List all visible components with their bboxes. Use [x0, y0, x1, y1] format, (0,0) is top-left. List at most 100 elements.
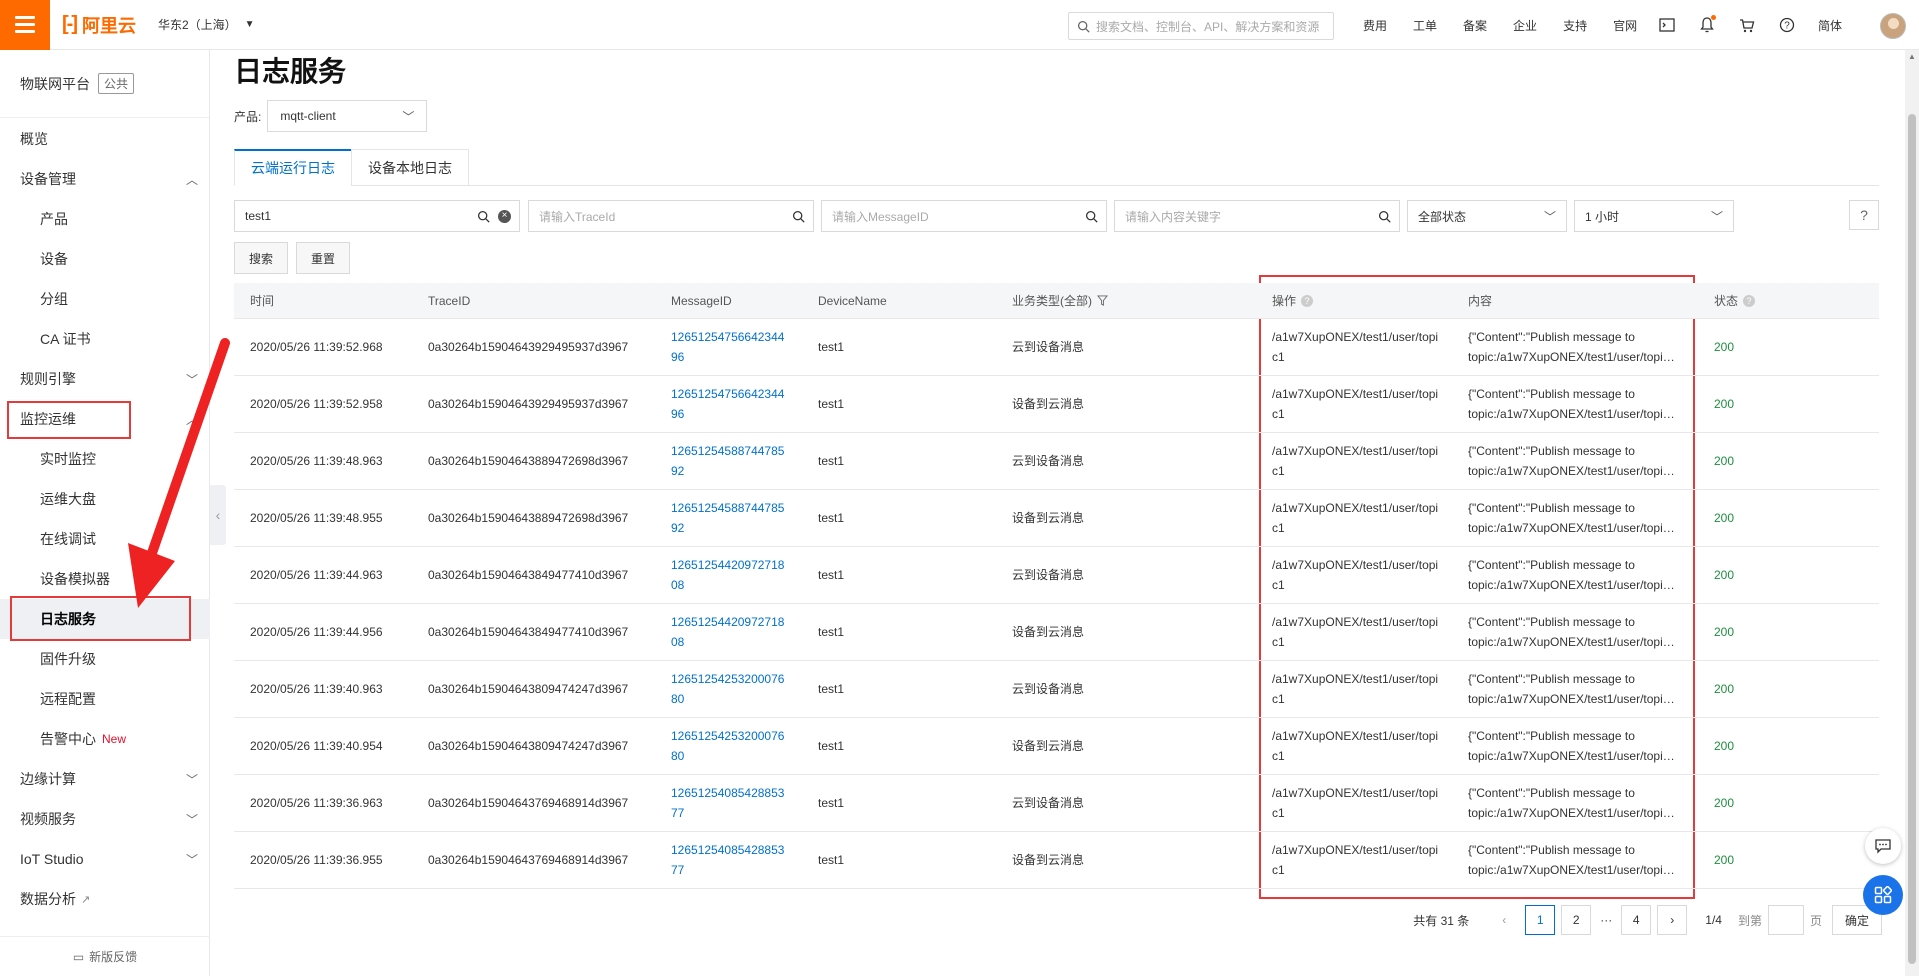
region-selector[interactable]: 华东2（上海） ▼: [158, 16, 255, 33]
sidebar-item-label: 边缘计算: [20, 771, 76, 787]
messageid-link[interactable]: 1265125458874478592: [671, 498, 791, 538]
question-icon[interactable]: ?: [1301, 294, 1314, 307]
time-range-select[interactable]: 1 小时 ﹀: [1574, 200, 1734, 232]
messageid-link[interactable]: 1265125425320007680: [671, 726, 791, 766]
sidebar-item-edge-computing[interactable]: 边缘计算 ﹀: [0, 759, 210, 799]
col-traceid: TraceID: [412, 291, 655, 311]
sidebar-item-overview[interactable]: 概览: [0, 119, 210, 159]
chat-float-button[interactable]: [1865, 828, 1901, 864]
cell-time: 2020/05/26 11:39:52.958: [250, 397, 383, 411]
content-line-2: topic:/a1w7XupONEX/test1/user/topic1"}: [1468, 749, 1680, 763]
messageid-link[interactable]: 1265125408542885377: [671, 840, 791, 880]
traceid-input[interactable]: 请输入TraceId: [528, 200, 814, 232]
aliyun-logo[interactable]: [-] 阿里云: [62, 12, 136, 38]
messageid-link[interactable]: 1265125408542885377: [671, 783, 791, 823]
terminal-icon[interactable]: [1658, 16, 1676, 34]
table-row: 2020/05/26 11:39:36.955 0a30264b159046437…: [234, 832, 1879, 889]
sidebar-item-label: 分组: [40, 291, 68, 307]
sidebar-item-remote-config[interactable]: 远程配置: [0, 679, 210, 719]
cell-traceid: 0a30264b15904643769468914d3967: [428, 796, 629, 810]
cell-time: 2020/05/26 11:39:40.963: [250, 682, 383, 696]
search-icon[interactable]: [1085, 210, 1098, 223]
top-link-official-site[interactable]: 官网: [1600, 17, 1650, 34]
cell-business-type: 云到设备消息: [1012, 454, 1085, 468]
sidebar-title: 物联网平台: [20, 75, 90, 92]
sidebar-item-iot-studio[interactable]: IoT Studio ﹀: [0, 839, 210, 879]
page-button[interactable]: 1: [1525, 905, 1556, 935]
keyword-input[interactable]: 请输入内容关键字: [1114, 200, 1400, 232]
help-button[interactable]: ?: [1849, 200, 1879, 230]
cell-messageid: 1265125458874478592: [655, 498, 802, 538]
top-link-icp[interactable]: 备案: [1450, 17, 1500, 34]
search-icon[interactable]: [792, 210, 805, 223]
clear-icon[interactable]: ×: [498, 209, 511, 223]
feedback-button[interactable]: ▭ 新版反馈: [0, 936, 210, 976]
user-avatar[interactable]: [1880, 13, 1906, 39]
status-select[interactable]: 全部状态 ﹀: [1407, 200, 1567, 232]
question-icon[interactable]: ?: [1743, 294, 1756, 307]
sidebar-item-group[interactable]: 分组: [0, 279, 210, 319]
messageid-link[interactable]: 1265125425320007680: [671, 669, 791, 709]
messageid-link[interactable]: 1265125475664234496: [671, 384, 791, 424]
cell-time: 2020/05/26 11:39:44.956: [250, 625, 383, 639]
operation-topic: /a1w7XupONEX/test1/user/topic1: [1272, 843, 1439, 877]
help-icon[interactable]: ?: [1778, 16, 1796, 34]
scroll-up-arrow-icon[interactable]: ▲: [1908, 52, 1916, 61]
page-jump-input[interactable]: [1767, 905, 1804, 935]
page-button[interactable]: 2: [1561, 905, 1592, 935]
prev-page-button[interactable]: ‹: [1489, 905, 1520, 935]
messageid-link[interactable]: 1265125442097271808: [671, 612, 791, 652]
global-search-input[interactable]: 搜索文档、控制台、API、解决方案和资源: [1068, 12, 1334, 40]
top-link-ticket[interactable]: 工单: [1400, 17, 1450, 34]
sidebar-item-data-analysis[interactable]: 数据分析 ↗: [0, 879, 210, 919]
messageid-link[interactable]: 1265125458874478592: [671, 441, 791, 481]
next-page-button[interactable]: ›: [1657, 905, 1688, 935]
feedback-label: 新版反馈: [89, 950, 138, 964]
cell-content: {"Content":"Publish message to topic:/a1w…: [1452, 384, 1698, 424]
operation-topic: /a1w7XupONEX/test1/user/topic1: [1272, 558, 1439, 592]
messageid-input[interactable]: 请输入MessageID: [821, 200, 1107, 232]
cell-traceid: 0a30264b15904643889472698d3967: [428, 454, 629, 468]
bell-icon[interactable]: [1698, 15, 1716, 34]
sidebar-item-firmware-upgrade[interactable]: 固件升级: [0, 639, 210, 679]
sidebar-item-device[interactable]: 设备: [0, 239, 210, 279]
reset-button[interactable]: 重置: [296, 242, 351, 274]
cell-devicename: test1: [818, 682, 845, 696]
top-link-support[interactable]: 支持: [1550, 17, 1600, 34]
content-line-1: {"Content":"Publish message to: [1468, 558, 1635, 572]
col-business-type[interactable]: 业务类型(全部): [996, 291, 1256, 311]
sidebar-item-video-service[interactable]: 视频服务 ﹀: [0, 799, 210, 839]
vertical-scrollbar[interactable]: ▲: [1905, 50, 1919, 976]
content-line-1: {"Content":"Publish message to: [1468, 786, 1635, 800]
filter-icon[interactable]: [1097, 295, 1108, 306]
tab-device-local-log[interactable]: 设备本地日志: [351, 149, 469, 186]
cell-status: 200: [1714, 853, 1735, 867]
search-icon[interactable]: [477, 210, 490, 223]
cell-content: {"Content":"Publish message to topic:/a1w…: [1452, 555, 1698, 595]
hamburger-menu-button[interactable]: [0, 0, 50, 50]
page-button[interactable]: 4: [1621, 905, 1652, 935]
messageid-link[interactable]: 1265125442097271808: [671, 555, 791, 595]
top-link-enterprise[interactable]: 企业: [1500, 17, 1550, 34]
table-header: 时间 TraceID MessageID DeviceName 业务类型(全部)…: [234, 283, 1879, 319]
tab-cloud-log[interactable]: 云端运行日志: [234, 149, 352, 186]
cart-icon[interactable]: [1738, 16, 1756, 34]
apps-float-button[interactable]: [1863, 875, 1903, 915]
device-name-input[interactable]: test1 ×: [234, 200, 520, 232]
cell-operation: /a1w7XupONEX/test1/user/topic1: [1256, 783, 1452, 823]
messageid-link[interactable]: 1265125475664234496: [671, 327, 791, 367]
sidebar-item-product[interactable]: 产品: [0, 199, 210, 239]
scrollbar-thumb[interactable]: [1908, 114, 1916, 964]
sidebar-item-label: 设备: [40, 251, 68, 267]
search-button[interactable]: 搜索: [234, 242, 289, 274]
top-link-billing[interactable]: 费用: [1350, 17, 1400, 34]
cell-messageid: 1265125408542885377: [655, 783, 802, 823]
sidebar-item-alarm-center[interactable]: 告警中心 New: [0, 719, 210, 759]
table-row: 2020/05/26 11:39:44.963 0a30264b159046438…: [234, 547, 1879, 604]
sidebar-item-device-management[interactable]: 设备管理 ︿: [0, 159, 210, 199]
cell-devicename: test1: [818, 739, 845, 753]
cell-traceid: 0a30264b15904643809474247d3967: [428, 739, 629, 753]
product-select[interactable]: mqtt-client ﹀: [267, 100, 428, 132]
search-icon[interactable]: [1378, 210, 1391, 223]
language-switch[interactable]: 简体: [1818, 17, 1842, 34]
